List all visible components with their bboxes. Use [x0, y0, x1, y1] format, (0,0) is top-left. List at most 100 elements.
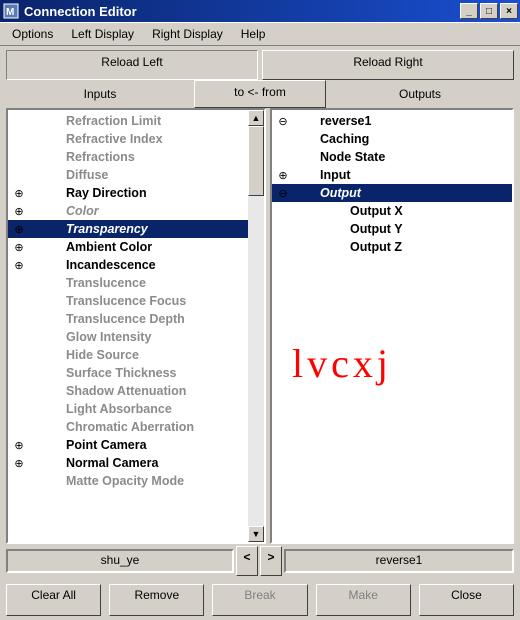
item-label: Matte Opacity Mode — [26, 474, 184, 488]
list-item[interactable]: Output Y — [272, 220, 512, 238]
list-item[interactable]: Caching — [272, 130, 512, 148]
list-item[interactable]: ⊕Point Camera — [8, 436, 264, 454]
expand-icon[interactable]: ⊕ — [276, 169, 290, 182]
item-label: Refraction Limit — [26, 114, 161, 128]
reload-right-button[interactable]: Reload Right — [262, 50, 514, 80]
break-button[interactable]: Break — [212, 584, 307, 616]
app-icon: M — [2, 2, 20, 20]
item-label: Surface Thickness — [26, 366, 176, 380]
expand-icon[interactable]: ⊕ — [12, 457, 26, 470]
item-label: Output — [290, 186, 361, 200]
list-item[interactable]: Matte Opacity Mode — [8, 472, 264, 490]
clear-all-button[interactable]: Clear All — [6, 584, 101, 616]
collapse-icon[interactable]: ⊖ — [276, 115, 290, 128]
menu-left-display[interactable]: Left Display — [65, 25, 140, 43]
list-item[interactable]: Node State — [272, 148, 512, 166]
item-label: Incandescence — [26, 258, 156, 272]
inputs-panel: Refraction Limit Refractive Index Refracti… — [6, 108, 266, 544]
list-item[interactable]: ⊕Transparency — [8, 220, 264, 238]
list-item[interactable]: Refractive Index — [8, 130, 264, 148]
nav-next-button[interactable]: > — [260, 546, 282, 576]
list-item[interactable]: Hide Source — [8, 346, 264, 364]
item-label: Refractive Index — [26, 132, 163, 146]
collapse-icon[interactable]: ⊖ — [276, 187, 290, 200]
item-label: Transparency — [26, 222, 148, 236]
item-label: Output Z — [290, 240, 402, 254]
scroll-thumb[interactable] — [248, 126, 264, 196]
list-item[interactable]: Surface Thickness — [8, 364, 264, 382]
close-window-button[interactable]: × — [500, 3, 518, 19]
item-label: Light Absorbance — [26, 402, 172, 416]
maximize-button[interactable]: □ — [480, 3, 498, 19]
nav-prev-button[interactable]: < — [236, 546, 258, 576]
list-item[interactable]: ⊕Normal Camera — [8, 454, 264, 472]
item-label: Output X — [290, 204, 403, 218]
left-scrollbar[interactable]: ▲ ▼ — [248, 110, 264, 542]
menu-options[interactable]: Options — [6, 25, 59, 43]
list-item[interactable]: Refractions — [8, 148, 264, 166]
list-item[interactable]: ⊖Output — [272, 184, 512, 202]
item-label: Refractions — [26, 150, 135, 164]
item-label: Translucence Focus — [26, 294, 186, 308]
list-item[interactable]: ⊕Incandescence — [8, 256, 264, 274]
item-label: Translucence Depth — [26, 312, 185, 326]
direction-button[interactable]: to <- from — [194, 80, 326, 108]
expand-icon[interactable]: ⊕ — [12, 205, 26, 218]
list-item[interactable]: ⊕Color — [8, 202, 264, 220]
list-item[interactable]: Translucence Depth — [8, 310, 264, 328]
list-item[interactable]: Light Absorbance — [8, 400, 264, 418]
list-item[interactable]: Output Z — [272, 238, 512, 256]
list-item[interactable]: Glow Intensity — [8, 328, 264, 346]
close-button[interactable]: Close — [419, 584, 514, 616]
window-title: Connection Editor — [24, 4, 458, 19]
expand-icon[interactable]: ⊕ — [12, 187, 26, 200]
menu-help[interactable]: Help — [235, 25, 272, 43]
list-item[interactable]: Chromatic Aberration — [8, 418, 264, 436]
expand-icon[interactable]: ⊕ — [12, 439, 26, 452]
menubar: Options Left Display Right Display Help — [0, 22, 520, 46]
remove-button[interactable]: Remove — [109, 584, 204, 616]
item-label: Ambient Color — [26, 240, 152, 254]
expand-icon[interactable]: ⊕ — [12, 259, 26, 272]
outputs-label: Outputs — [326, 87, 514, 101]
svg-text:M: M — [6, 7, 14, 18]
item-label: Color — [26, 204, 99, 218]
reload-left-button[interactable]: Reload Left — [6, 50, 258, 80]
left-node-field[interactable]: shu_ye — [6, 549, 234, 573]
scroll-up-icon[interactable]: ▲ — [248, 110, 264, 126]
item-label: Shadow Attenuation — [26, 384, 186, 398]
inputs-label: Inputs — [6, 87, 194, 101]
item-label: Point Camera — [26, 438, 147, 452]
list-item[interactable]: ⊖reverse1 — [272, 112, 512, 130]
item-label: Hide Source — [26, 348, 139, 362]
outputs-list[interactable]: ⊖reverse1CachingNode State⊕Input⊖OutputO… — [272, 110, 512, 542]
list-item[interactable]: ⊕Input — [272, 166, 512, 184]
item-label: Glow Intensity — [26, 330, 151, 344]
list-item[interactable]: Translucence Focus — [8, 292, 264, 310]
item-label: Input — [290, 168, 351, 182]
item-label: reverse1 — [290, 114, 371, 128]
minimize-button[interactable]: _ — [460, 3, 478, 19]
list-item[interactable]: ⊕Ray Direction — [8, 184, 264, 202]
expand-icon[interactable]: ⊕ — [12, 223, 26, 236]
expand-icon[interactable]: ⊕ — [12, 241, 26, 254]
outputs-panel: ⊖reverse1CachingNode State⊕Input⊖OutputO… — [270, 108, 514, 544]
item-label: Caching — [290, 132, 369, 146]
titlebar: M Connection Editor _ □ × — [0, 0, 520, 22]
item-label: Diffuse — [26, 168, 108, 182]
inputs-list[interactable]: Refraction Limit Refractive Index Refracti… — [8, 110, 264, 542]
menu-right-display[interactable]: Right Display — [146, 25, 229, 43]
item-label: Chromatic Aberration — [26, 420, 194, 434]
list-item[interactable]: ⊕Ambient Color — [8, 238, 264, 256]
list-item[interactable]: Shadow Attenuation — [8, 382, 264, 400]
make-button[interactable]: Make — [316, 584, 411, 616]
item-label: Output Y — [290, 222, 403, 236]
list-item[interactable]: Output X — [272, 202, 512, 220]
item-label: Normal Camera — [26, 456, 158, 470]
list-item[interactable]: Refraction Limit — [8, 112, 264, 130]
item-label: Translucence — [26, 276, 146, 290]
right-node-field[interactable]: reverse1 — [284, 549, 514, 573]
scroll-down-icon[interactable]: ▼ — [248, 526, 264, 542]
list-item[interactable]: Translucence — [8, 274, 264, 292]
list-item[interactable]: Diffuse — [8, 166, 264, 184]
